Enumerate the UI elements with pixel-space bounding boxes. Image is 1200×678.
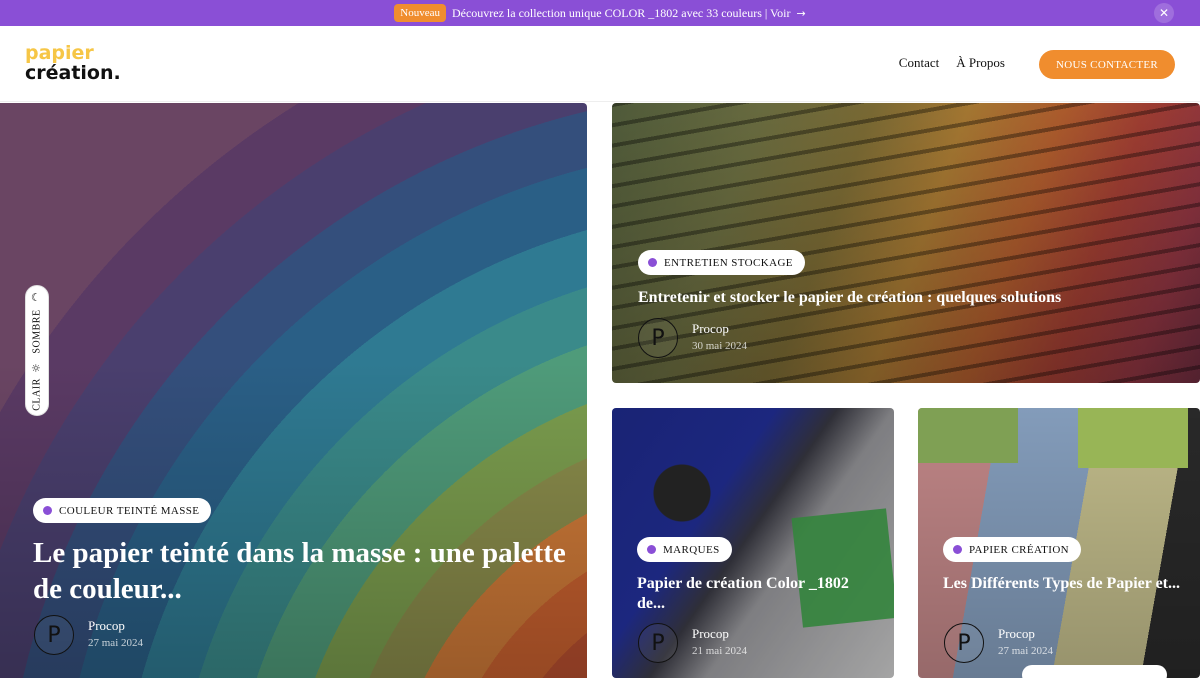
author-name: Procop — [692, 321, 729, 336]
article-author: P Procop 27 mai 2024 — [944, 623, 1053, 663]
site-header: papier création. Contact À Propos NOUS C… — [0, 26, 1200, 102]
theme-dark-label[interactable]: SOMBRE — [32, 309, 43, 353]
article-author: P Procop 30 mai 2024 — [638, 318, 747, 358]
article-author: P Procop 21 mai 2024 — [638, 623, 747, 663]
arrow-right-icon[interactable]: → — [797, 7, 806, 20]
announcement-link[interactable]: Découvrez la collection unique COLOR _18… — [452, 6, 791, 21]
nav-contact[interactable]: Contact — [899, 55, 939, 71]
floating-widget[interactable] — [1022, 665, 1167, 678]
article-card-brands[interactable]: MARQUES Papier de création Color _1802 d… — [612, 408, 894, 678]
tag-label: PAPIER CRÉATION — [969, 543, 1070, 556]
paper-swatch — [918, 408, 1018, 463]
new-badge: Nouveau — [394, 4, 446, 22]
theme-light-label[interactable]: CLAIR — [32, 378, 43, 411]
paper-swatch — [1078, 408, 1188, 468]
tag-label: COULEUR TEINTÉ MASSE — [59, 504, 200, 517]
article-tag[interactable]: COULEUR TEINTÉ MASSE — [33, 498, 212, 523]
tag-label: MARQUES — [663, 543, 720, 556]
author-name: Procop — [692, 626, 729, 641]
article-card-paper-types[interactable]: PAPIER CRÉATION Les Différents Types de … — [918, 408, 1200, 678]
article-author: P Procop 27 mai 2024 — [34, 615, 143, 655]
moon-icon[interactable]: ☾ — [31, 291, 41, 304]
article-title[interactable]: Papier de création Color _1802 de... — [637, 574, 877, 614]
tag-label: ENTRETIEN STOCKAGE — [664, 256, 793, 269]
avatar: P — [638, 623, 678, 663]
logo[interactable]: papier création. — [25, 43, 121, 83]
avatar: P — [34, 615, 74, 655]
sun-icon[interactable]: ☼ — [31, 362, 41, 375]
contact-button[interactable]: NOUS CONTACTER — [1039, 50, 1175, 79]
article-date: 21 mai 2024 — [692, 645, 747, 657]
tag-dot-icon — [647, 545, 656, 554]
article-title[interactable]: Entretenir et stocker le papier de créat… — [638, 288, 1178, 308]
article-card-featured[interactable]: COULEUR TEINTÉ MASSE Le papier teinté da… — [0, 103, 587, 678]
article-date: 27 mai 2024 — [998, 645, 1053, 657]
article-tag[interactable]: ENTRETIEN STOCKAGE — [638, 250, 805, 275]
avatar: P — [638, 318, 678, 358]
article-tag[interactable]: MARQUES — [637, 537, 732, 562]
main-nav: Contact À Propos — [899, 55, 1005, 71]
announcement-bar: Nouveau Découvrez la collection unique C… — [0, 0, 1200, 26]
avatar: P — [944, 623, 984, 663]
article-card-storage[interactable]: ENTRETIEN STOCKAGE Entretenir et stocker… — [612, 103, 1200, 383]
nav-a-propos[interactable]: À Propos — [956, 55, 1005, 71]
article-date: 30 mai 2024 — [692, 340, 747, 352]
author-name: Procop — [998, 626, 1035, 641]
logo-line1: papier — [25, 42, 94, 64]
article-title[interactable]: Les Différents Types de Papier et... — [943, 574, 1183, 594]
theme-switch[interactable]: ☾ SOMBRE ☼ CLAIR — [25, 285, 49, 416]
author-name: Procop — [88, 618, 125, 633]
logo-line2: création. — [25, 62, 121, 84]
close-icon[interactable]: ✕ — [1154, 3, 1174, 23]
article-date: 27 mai 2024 — [88, 637, 143, 649]
article-tag[interactable]: PAPIER CRÉATION — [943, 537, 1082, 562]
article-title[interactable]: Le papier teinté dans la masse : une pal… — [33, 535, 573, 607]
tag-dot-icon — [953, 545, 962, 554]
tag-dot-icon — [648, 258, 657, 267]
tag-dot-icon — [43, 506, 52, 515]
